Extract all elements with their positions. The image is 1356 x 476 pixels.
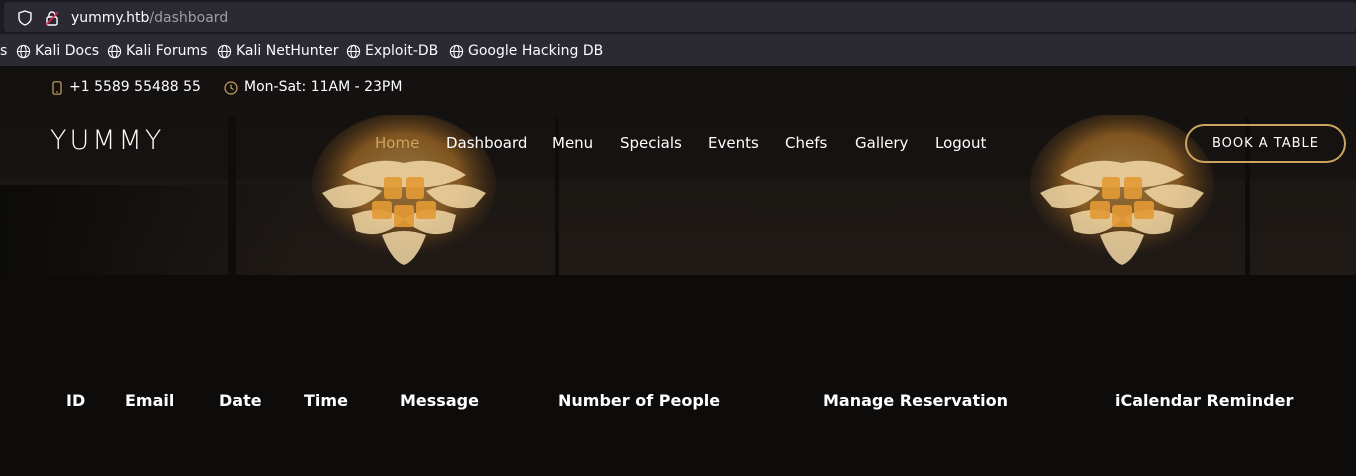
site-logo[interactable]: YUMMY: [50, 125, 164, 157]
browser-url-bar: yummy.htb/dashboard: [0, 0, 1356, 34]
nav-menu[interactable]: Menu: [552, 134, 593, 152]
globe-icon: [449, 44, 464, 59]
url-path: /dashboard: [149, 10, 229, 26]
column-header-time: Time: [304, 391, 348, 410]
clock-icon: [224, 81, 238, 95]
reservations-table-header: ID Email Date Time Message Number of Peo…: [0, 391, 1356, 411]
phone-icon: [52, 81, 62, 95]
hero-shadow: [0, 185, 300, 275]
nav-events[interactable]: Events: [708, 134, 759, 152]
opening-hours: Mon-Sat: 11AM - 23PM: [244, 79, 403, 95]
globe-icon: [217, 44, 232, 59]
nav-specials[interactable]: Specials: [620, 134, 682, 152]
bookmark-label: Google Hacking DB: [468, 43, 604, 59]
phone-number: +1 5589 55488 55: [69, 79, 201, 95]
nav-logout[interactable]: Logout: [935, 134, 986, 152]
page-content: +1 5589 55488 55 Mon-Sat: 11AM - 23PM YU…: [0, 67, 1356, 476]
nav-gallery[interactable]: Gallery: [855, 134, 908, 152]
bookmark-label: Kali Docs: [35, 43, 100, 59]
nav-home[interactable]: Home: [375, 134, 419, 152]
globe-icon: [107, 44, 122, 59]
lock-insecure-icon[interactable]: [45, 10, 59, 26]
nav-dashboard[interactable]: Dashboard: [446, 134, 527, 152]
nav-chefs[interactable]: Chefs: [785, 134, 827, 152]
address-field[interactable]: yummy.htb/dashboard: [4, 2, 1356, 32]
bookmark-kali-nethunter[interactable]: Kali NetHunter: [217, 43, 338, 60]
bookmark-exploit-db[interactable]: Exploit-DB: [346, 43, 438, 60]
bookmarks-bar: s Kali Docs Kali Forums Kali NetHunter E…: [0, 34, 1356, 67]
url-host: yummy.htb: [71, 10, 150, 26]
globe-icon: [16, 44, 31, 59]
hero-background: [0, 67, 1356, 275]
column-header-message: Message: [400, 391, 479, 410]
book-a-table-button[interactable]: BOOK A TABLE: [1185, 124, 1346, 163]
column-header-number-of-people: Number of People: [558, 391, 721, 410]
bookmark-google-hacking-db[interactable]: Google Hacking DB: [449, 43, 603, 60]
url-text[interactable]: yummy.htb/dashboard: [71, 10, 228, 27]
bookmark-kali-forums[interactable]: Kali Forums: [107, 43, 207, 60]
bookmark-label: Kali Forums: [126, 43, 208, 59]
bookmark-label: Kali NetHunter: [236, 43, 339, 59]
shield-icon[interactable]: [18, 10, 32, 26]
bookmark-kali-docs[interactable]: Kali Docs: [16, 43, 99, 60]
column-header-manage-reservation: Manage Reservation: [823, 391, 1008, 410]
bookmark-label: Exploit-DB: [365, 43, 439, 59]
column-header-email: Email: [125, 391, 175, 410]
column-header-icalendar-reminder: iCalendar Reminder: [1115, 391, 1294, 410]
bookmark-cut-off[interactable]: s: [0, 43, 7, 60]
column-header-date: Date: [219, 391, 262, 410]
column-header-id: ID: [66, 391, 86, 410]
globe-icon: [346, 44, 361, 59]
